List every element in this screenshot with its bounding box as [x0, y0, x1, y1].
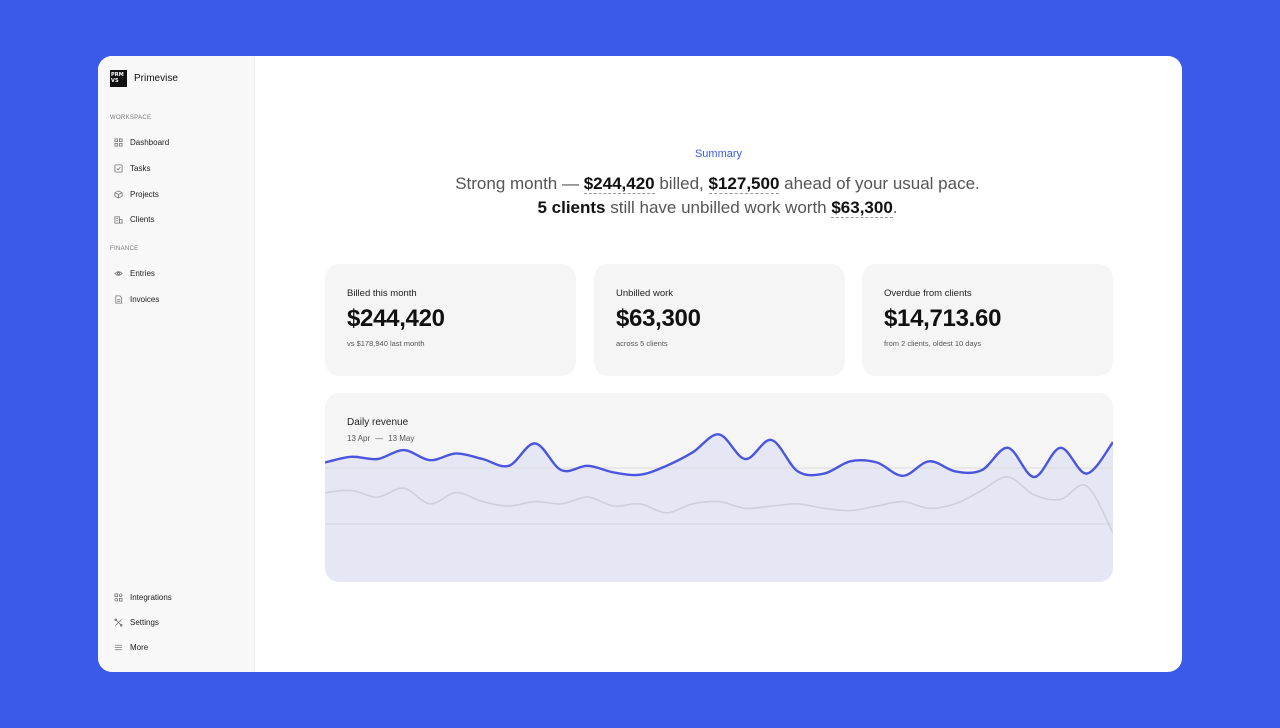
- tasks-icon: [114, 163, 123, 173]
- card-subtext: vs $178,940 last month: [347, 339, 425, 348]
- card-subtext: from 2 clients, oldest 10 days: [884, 339, 982, 348]
- ahead-amount[interactable]: $127,500: [708, 174, 780, 194]
- sidebar-item-entries[interactable]: Entries: [114, 266, 155, 280]
- headline-text: ahead of your usual pace.: [779, 174, 980, 193]
- sidebar-item-dashboard[interactable]: Dashboard: [114, 135, 169, 149]
- sidebar-item-label: Settings: [130, 617, 159, 627]
- sidebar: PRM VS Primevise WORKSPACE Dashboard Tas…: [98, 56, 255, 672]
- stat-card-overdue[interactable]: Overdue from clients $14,713.60 from 2 c…: [862, 264, 1113, 376]
- menu-icon: [114, 643, 123, 652]
- card-label: Billed this month: [347, 288, 417, 299]
- range-end: 13 May: [388, 434, 415, 443]
- sidebar-item-clients[interactable]: Clients: [114, 212, 154, 226]
- sidebar-item-more[interactable]: More: [114, 640, 148, 654]
- main-content: Summary Strong month — $244,420 billed, …: [255, 56, 1182, 672]
- card-value: $14,713.60: [884, 305, 1002, 332]
- sidebar-item-label: Projects: [130, 189, 159, 199]
- sidebar-item-label: More: [130, 642, 149, 652]
- headline-text: .: [892, 198, 898, 217]
- chart-date-range: 13 Apr — 13 May: [347, 434, 414, 443]
- range-start: 13 Apr: [347, 434, 371, 443]
- sidebar-item-label: Entries: [130, 268, 155, 278]
- card-label: Unbilled work: [616, 288, 674, 299]
- stat-card-unbilled[interactable]: Unbilled work $63,300 across 5 clients: [594, 264, 845, 376]
- headline-text: still have unbilled work worth: [605, 198, 832, 217]
- sidebar-item-label: Tasks: [130, 163, 151, 173]
- headline-text: Strong month —: [455, 174, 584, 193]
- unbilled-amount[interactable]: $63,300: [831, 198, 893, 218]
- projects-icon: [114, 189, 123, 199]
- chart-canvas: [325, 433, 1113, 582]
- summary-label: Summary: [694, 148, 743, 160]
- clients-count[interactable]: 5 clients: [537, 198, 605, 217]
- sidebar-item-settings[interactable]: Settings: [114, 615, 159, 629]
- billed-amount[interactable]: $244,420: [583, 174, 655, 194]
- entries-icon: [114, 269, 123, 278]
- sidebar-item-label: Invoices: [130, 294, 160, 304]
- chart-title: Daily revenue: [347, 417, 409, 428]
- card-subtext: across 5 clients: [616, 339, 668, 348]
- card-value: $244,420: [347, 305, 445, 332]
- daily-revenue-chart[interactable]: Daily revenue 13 Apr — 13 May: [325, 393, 1113, 582]
- sidebar-item-label: Dashboard: [130, 137, 170, 147]
- section-label-finance: FINANCE: [110, 246, 139, 252]
- app-window: PRM VS Primevise WORKSPACE Dashboard Tas…: [98, 56, 1182, 672]
- integrations-icon: [114, 592, 123, 602]
- dashboard-icon: [114, 137, 123, 147]
- sidebar-item-label: Integrations: [130, 592, 172, 602]
- card-value: $63,300: [616, 305, 701, 332]
- sidebar-item-projects[interactable]: Projects: [114, 187, 159, 201]
- sidebar-item-invoices[interactable]: Invoices: [114, 292, 159, 306]
- card-label: Overdue from clients: [884, 288, 972, 299]
- settings-icon: [114, 617, 123, 627]
- sidebar-item-label: Clients: [130, 214, 155, 224]
- brand[interactable]: PRM VS Primevise: [110, 70, 178, 87]
- invoices-icon: [114, 294, 123, 304]
- section-label-workspace: WORKSPACE: [110, 115, 152, 121]
- summary-headline: Strong month — $244,420 billed, $127,500…: [455, 172, 980, 220]
- brand-name: Primevise: [134, 73, 178, 84]
- clients-icon: [114, 215, 123, 224]
- headline-text: billed,: [654, 174, 709, 193]
- range-dash: —: [375, 434, 384, 443]
- brand-logo: PRM VS: [110, 70, 127, 87]
- sidebar-item-tasks[interactable]: Tasks: [114, 161, 150, 175]
- stat-card-billed[interactable]: Billed this month $244,420 vs $178,940 l…: [325, 264, 576, 376]
- sidebar-item-integrations[interactable]: Integrations: [114, 590, 172, 604]
